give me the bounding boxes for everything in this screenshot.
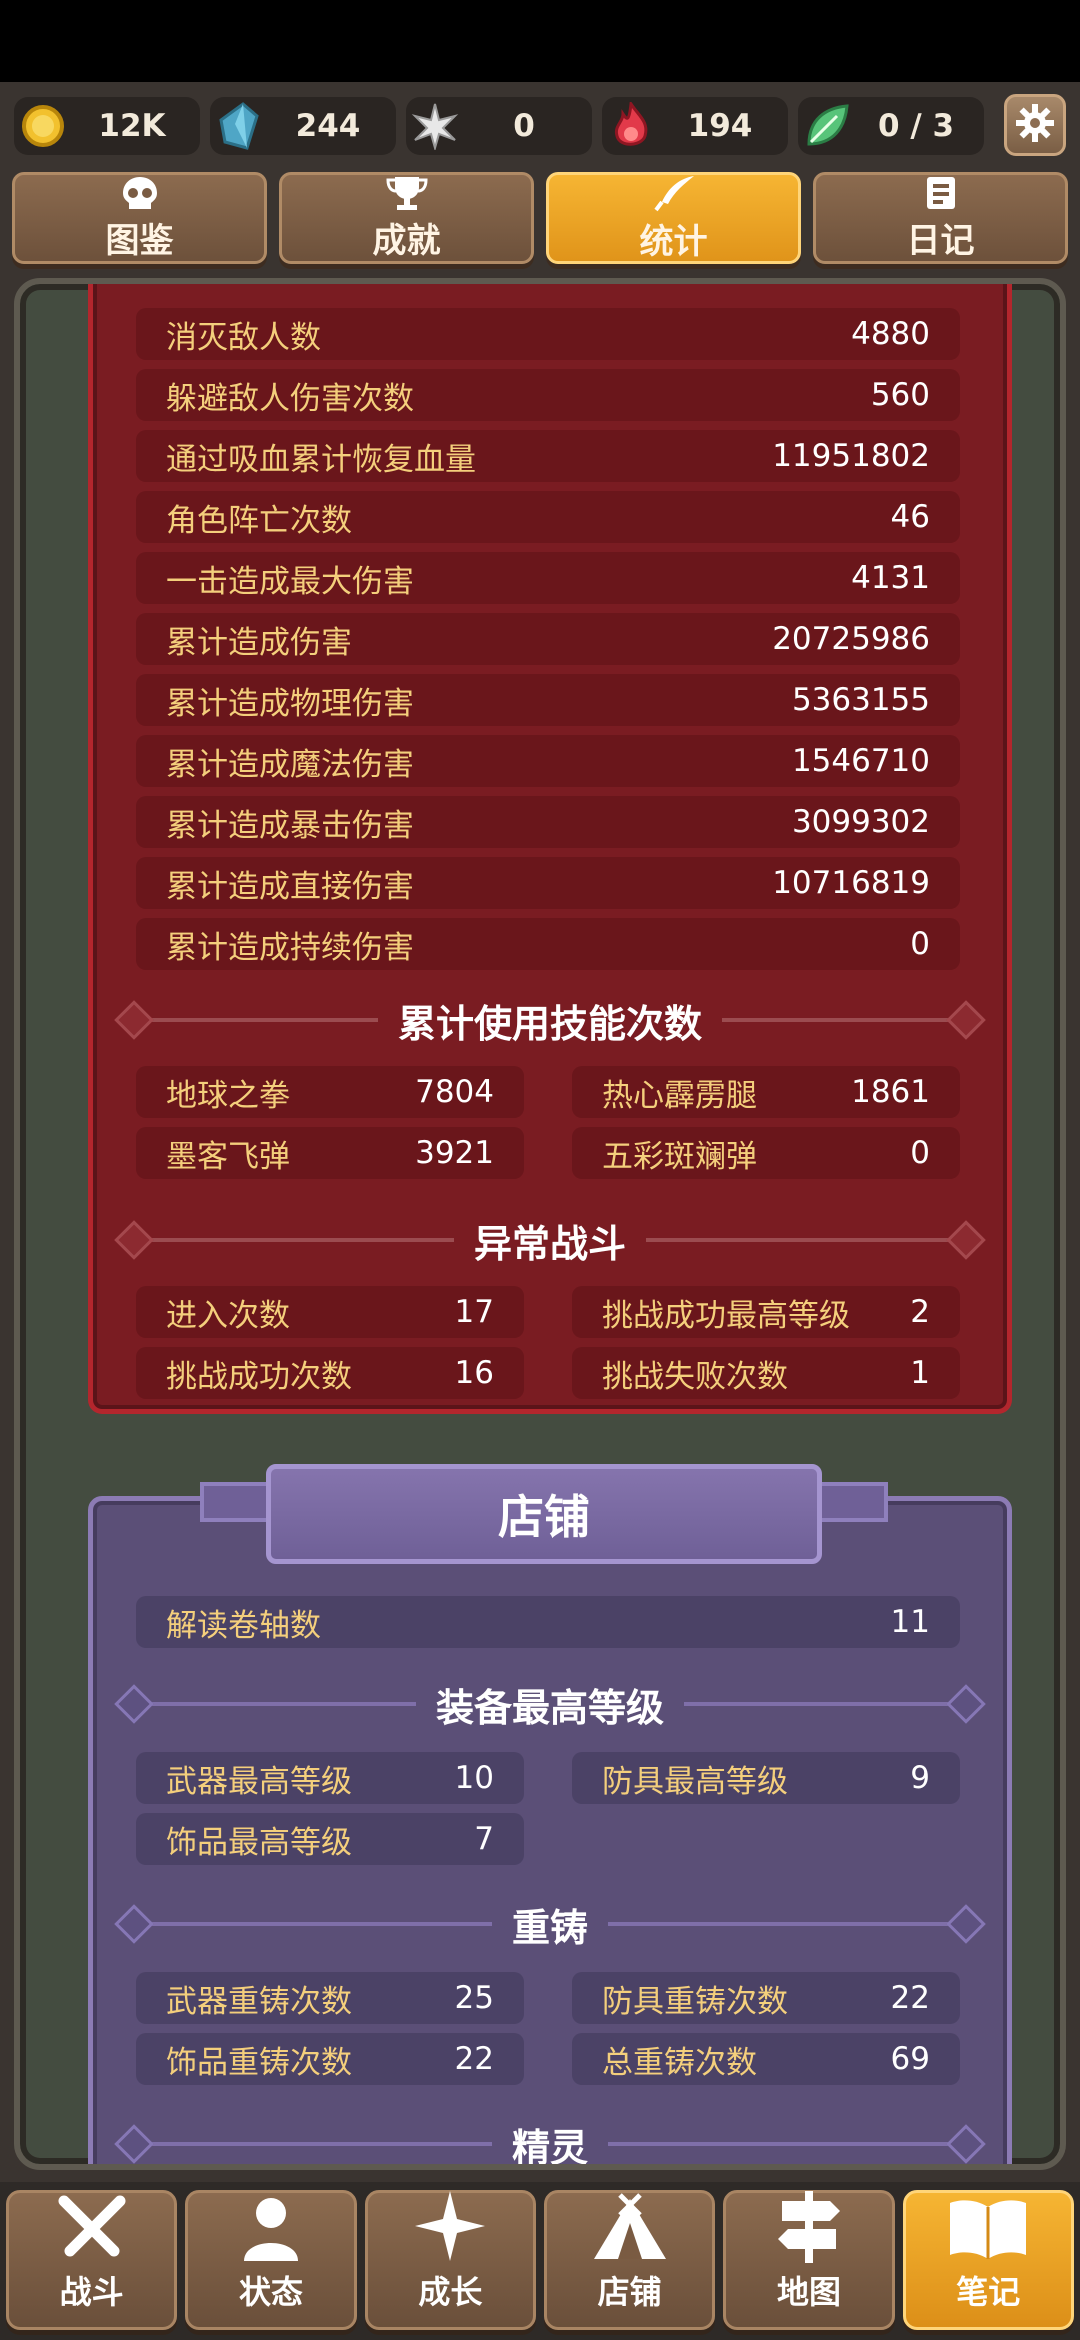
resource-bar: 12K 244 0 194 0 / 3 xyxy=(0,82,1080,170)
stat-row: 消灭敌人数 4880 xyxy=(136,308,960,360)
diamond-ornament xyxy=(114,2124,154,2164)
gear-icon xyxy=(1015,103,1055,147)
stat-row: 角色阵亡次数 46 xyxy=(136,491,960,543)
quill-icon xyxy=(652,174,696,212)
gold-coin-icon xyxy=(18,101,68,151)
stat-row: 累计造成伤害 20725986 xyxy=(136,613,960,665)
skill-row: 五彩斑斓弹 0 xyxy=(572,1127,960,1179)
tab-bestiary[interactable]: 图鉴 xyxy=(12,172,267,264)
diamond-ornament xyxy=(114,1000,154,1040)
skills-section-header: 累计使用技能次数 xyxy=(88,990,1012,1050)
person-icon xyxy=(236,2193,306,2263)
nav-growth[interactable]: 成长 xyxy=(364,2189,536,2330)
equip-level-section-header: 装备最高等级 xyxy=(88,1674,1012,1734)
book-icon xyxy=(946,2193,1030,2263)
diamond-ornament xyxy=(946,1904,986,1944)
skill-row: 热心霹雳腿 1861 xyxy=(572,1066,960,1118)
flame-counter: 194 xyxy=(602,97,788,155)
settings-button[interactable] xyxy=(1004,94,1066,156)
diamond-ornament xyxy=(946,2124,986,2164)
gold-counter: 12K xyxy=(14,97,200,155)
header-wing-ornament xyxy=(200,1482,270,1522)
equip-row: 饰品最高等级 7 xyxy=(136,1813,524,1865)
leaf-icon xyxy=(802,101,852,151)
signpost-icon xyxy=(774,2189,844,2263)
reforge-row: 总重铸次数 69 xyxy=(572,2033,960,2085)
spirit-section-header: 精灵 xyxy=(88,2114,1012,2164)
diamond-ornament xyxy=(946,1000,986,1040)
equip-row: 武器最高等级 10 xyxy=(136,1752,524,1804)
sparkle-icon xyxy=(413,2189,487,2263)
stat-row: 累计造成物理伤害 5363155 xyxy=(136,674,960,726)
tab-achievements[interactable]: 成就 xyxy=(279,172,534,264)
diamond-ornament xyxy=(946,1684,986,1724)
stat-row: 躲避敌人伤害次数 560 xyxy=(136,369,960,421)
header-wing-ornament xyxy=(818,1482,888,1522)
reforge-row: 饰品重铸次数 22 xyxy=(136,2033,524,2085)
skill-row: 墨客飞弹 3921 xyxy=(136,1127,524,1179)
system-status-bar xyxy=(0,0,1080,82)
diamond-ornament xyxy=(114,1220,154,1260)
crystal-value: 244 xyxy=(295,108,361,144)
abnormal-row: 挑战成功次数 16 xyxy=(136,1347,524,1399)
star-burst-icon xyxy=(410,101,460,151)
nav-map[interactable]: 地图 xyxy=(723,2189,895,2330)
shop-section-header: 店铺 xyxy=(266,1464,822,1564)
reforge-row: 武器重铸次数 25 xyxy=(136,1972,524,2024)
trophy-icon xyxy=(385,175,429,211)
crystal-counter: 244 xyxy=(210,97,396,155)
abnormal-row: 挑战失败次数 1 xyxy=(572,1347,960,1399)
diamond-ornament xyxy=(114,1904,154,1944)
nav-shop[interactable]: 店铺 xyxy=(543,2190,716,2330)
flame-icon xyxy=(606,101,656,151)
diamond-ornament xyxy=(114,1684,154,1724)
codex-tab-bar: 图鉴 成就 统计 日记 xyxy=(0,170,1080,270)
bottom-navigation: 战斗 状态 成长 店铺 地图 笔记 xyxy=(0,2182,1080,2340)
gold-value: 12K xyxy=(98,108,166,144)
stat-row: 累计造成直接伤害 10716819 xyxy=(136,857,960,909)
leaf-value: 0 / 3 xyxy=(877,108,955,144)
abnormal-battle-section-header: 异常战斗 xyxy=(88,1210,1012,1270)
reforge-section-header: 重铸 xyxy=(88,1894,1012,1954)
nav-notes[interactable]: 笔记 xyxy=(902,2190,1074,2330)
skull-icon xyxy=(120,175,160,211)
crystal-icon xyxy=(214,101,264,151)
equip-row: 防具最高等级 9 xyxy=(572,1752,960,1804)
nav-status[interactable]: 状态 xyxy=(185,2190,357,2330)
star-counter: 0 xyxy=(406,97,592,155)
abnormal-row: 挑战成功最高等级 2 xyxy=(572,1286,960,1338)
diamond-ornament xyxy=(946,1220,986,1260)
stat-row: 累计造成魔法伤害 1546710 xyxy=(136,735,960,787)
crossed-swords-icon xyxy=(52,2193,132,2263)
star-value: 0 xyxy=(513,108,535,144)
tent-icon xyxy=(590,2193,670,2263)
statistics-frame: 消灭敌人数 4880 躲避敌人伤害次数 560 通过吸血累计恢复血量 11951802… xyxy=(14,278,1066,2170)
abnormal-row: 进入次数 17 xyxy=(136,1286,524,1338)
tab-statistics[interactable]: 统计 xyxy=(546,172,801,264)
shop-row: 解读卷轴数 11 xyxy=(136,1596,960,1648)
stat-row: 累计造成持续伤害 0 xyxy=(136,918,960,970)
leaf-counter: 0 / 3 xyxy=(798,97,984,155)
stat-row: 一击造成最大伤害 4131 xyxy=(136,552,960,604)
flame-value: 194 xyxy=(687,108,753,144)
stat-row: 累计造成暴击伤害 3099302 xyxy=(136,796,960,848)
skill-row: 地球之拳 7804 xyxy=(136,1066,524,1118)
statistics-scroll-view[interactable]: 消灭敌人数 4880 躲避敌人伤害次数 560 通过吸血累计恢复血量 11951802… xyxy=(0,270,1080,2182)
reforge-row: 防具重铸次数 22 xyxy=(572,1972,960,2024)
notes-icon xyxy=(923,175,959,211)
nav-battle[interactable]: 战斗 xyxy=(6,2190,178,2330)
tab-diary[interactable]: 日记 xyxy=(813,172,1068,264)
stat-row: 通过吸血累计恢复血量 11951802 xyxy=(136,430,960,482)
